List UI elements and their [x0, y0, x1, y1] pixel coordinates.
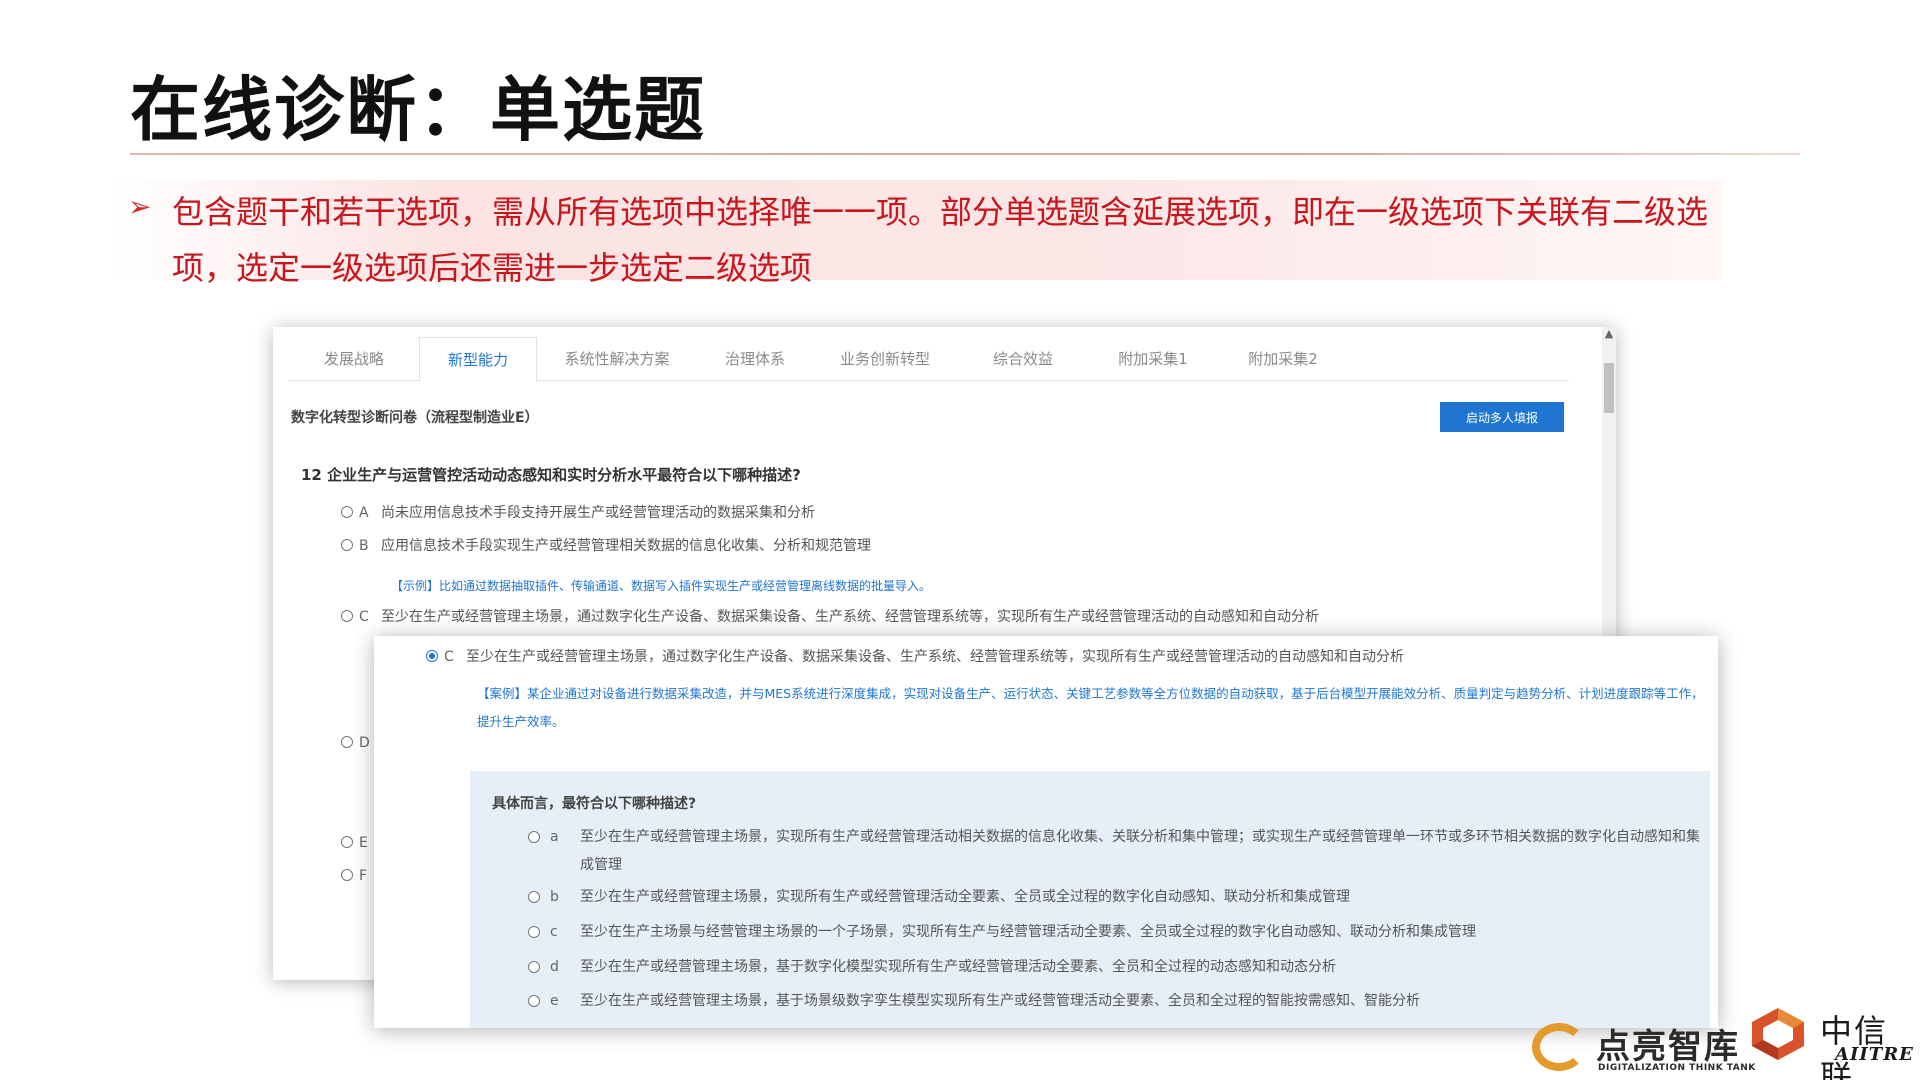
tab-business-innovation[interactable]: 业务创新转型	[813, 337, 957, 381]
radio-icon[interactable]	[528, 961, 540, 973]
radio-icon[interactable]	[341, 539, 353, 551]
think-tank-logo-subtext: DIGITALIZATION THINK TANK	[1598, 1063, 1756, 1073]
scroll-thumb[interactable]	[1604, 363, 1614, 413]
option-c-selected[interactable]: C 至少在生产或经营管理主场景，通过数字化生产设备、数据采集设备、生产系统、经营管…	[426, 646, 1404, 666]
example-note: 【示例】比如通过数据抽取插件、传输通道、数据写入插件实现生产或经营管理离线数据的…	[391, 579, 932, 593]
option-b[interactable]: B 应用信息技术手段实现生产或经营管理相关数据的信息化收集、分析和规范管理	[341, 535, 871, 555]
question-text: 企业生产与运营管控活动动态感知和实时分析水平最符合以下哪种描述?	[327, 466, 801, 484]
aiitre-logo-subtext: AIITRE	[1835, 1044, 1914, 1065]
radio-icon[interactable]	[528, 926, 540, 938]
radio-icon[interactable]	[341, 506, 353, 518]
tab-new-capability[interactable]: 新型能力	[419, 337, 537, 382]
tab-governance[interactable]: 治理体系	[697, 337, 813, 381]
tab-strategy[interactable]: 发展战略	[289, 337, 419, 381]
radio-icon[interactable]	[341, 610, 353, 622]
radio-icon[interactable]	[341, 836, 353, 848]
tab-extra-2[interactable]: 附加采集2	[1217, 337, 1349, 381]
radio-icon[interactable]	[528, 831, 540, 843]
tab-extra-1[interactable]: 附加采集1	[1089, 337, 1217, 381]
option-a[interactable]: A 尚未应用信息技术手段支持开展生产或经营管理活动的数据采集和分析	[341, 502, 815, 522]
expanded-option-panel: C 至少在生产或经营管理主场景，通过数字化生产设备、数据采集设备、生产系统、经营管…	[374, 636, 1718, 1028]
sub-option-b[interactable]: b 至少在生产或经营管理主场景，实现所有生产或经营管理活动全要素、全员或全过程的数…	[528, 883, 1700, 911]
sub-option-a[interactable]: a 至少在生产或经营管理主场景，实现所有生产或经营管理活动相关数据的信息化收集、关…	[528, 823, 1700, 879]
think-tank-logo-icon	[1532, 1023, 1586, 1071]
radio-icon[interactable]	[341, 736, 353, 748]
option-c[interactable]: C 至少在生产或经营管理主场景，通过数字化生产设备、数据采集设备、生产系统、经营管…	[341, 606, 1319, 626]
sub-option-e[interactable]: e 至少在生产或经营管理主场景，基于场景级数字孪生模型实现所有生产或经营管理活动全…	[528, 987, 1700, 1015]
sub-option-c[interactable]: c 至少在生产主场景与经营管理主场景的一个子场景，实现所有生产与经营管理活动全要素…	[528, 918, 1700, 946]
sub-option-d[interactable]: d 至少在生产或经营管理主场景，基于数字化模型实现所有生产或经营管理活动全要素、全…	[528, 953, 1700, 981]
radio-icon[interactable]	[528, 995, 540, 1007]
questionnaire-title: 数字化转型诊断问卷（流程型制造业E）	[291, 410, 539, 426]
scroll-up-icon[interactable]: ▲	[1603, 327, 1615, 340]
start-multi-fill-button[interactable]: 启动多人填报	[1440, 402, 1564, 432]
radio-icon[interactable]	[341, 869, 353, 881]
tab-bar: 发展战略 新型能力 系统性解决方案 治理体系 业务创新转型 综合效益 附加采集1…	[289, 337, 1569, 382]
question-number: 12	[301, 466, 322, 484]
radio-checked-icon[interactable]	[426, 650, 438, 662]
question-stem: 12 企业生产与运营管控活动动态感知和实时分析水平最符合以下哪种描述?	[301, 464, 801, 485]
aiitre-logo-icon	[1752, 1008, 1804, 1060]
slide-title: 在线诊断：单选题	[130, 69, 706, 151]
title-divider	[130, 153, 1800, 155]
case-note: 【案例】某企业通过对设备进行数据采集改造，并与MES系统进行深度集成，实现对设备…	[477, 686, 1704, 729]
tab-benefits[interactable]: 综合效益	[957, 337, 1089, 381]
sub-question-panel: 具体而言，最符合以下哪种描述? a 至少在生产或经营管理主场景，实现所有生产或经营…	[470, 771, 1710, 1028]
aiitre-logo-text: 中信联	[1820, 1012, 1889, 1080]
arrow-bullet-icon: ➢	[128, 190, 152, 223]
radio-icon[interactable]	[528, 891, 540, 903]
tab-solutions[interactable]: 系统性解决方案	[537, 337, 697, 381]
think-tank-logo-text: 点亮智库	[1596, 1027, 1740, 1067]
description-text: 包含题干和若干选项，需从所有选项中选择唯一一项。部分单选题含延展选项，即在一级选…	[172, 193, 1709, 287]
sub-question: 具体而言，最符合以下哪种描述?	[492, 796, 697, 812]
